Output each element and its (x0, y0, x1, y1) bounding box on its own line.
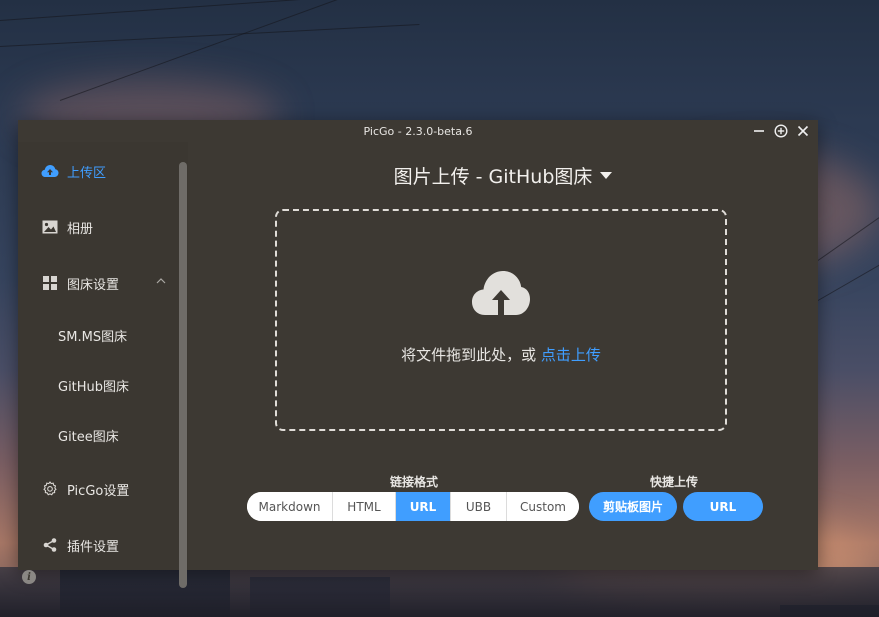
chevron-up-icon (156, 278, 166, 284)
sidebar-item-label: 图床设置 (67, 277, 120, 293)
window-controls (750, 122, 812, 140)
grid-icon (41, 274, 59, 292)
sidebar-item-image-hosting-settings[interactable]: 图床设置 (18, 263, 178, 303)
titlebar[interactable]: PicGo - 2.3.0-beta.6 (18, 120, 818, 142)
format-html-button[interactable]: HTML (333, 492, 396, 521)
quick-upload-label: 快捷上传 (650, 475, 699, 489)
link-format-label: 链接格式 (390, 475, 439, 489)
sidebar-item-label: Gitee图床 (58, 429, 119, 445)
caret-down-icon[interactable] (600, 172, 613, 179)
sidebar-item-plugin-settings[interactable]: 插件设置 (18, 525, 178, 565)
sidebar-item-upload[interactable]: 上传区 (18, 151, 178, 191)
upload-panel: 图片上传 - GitHub图床 将文件拖到此处，或 点击上传 链接格式 Mark… (188, 142, 818, 570)
format-markdown-button[interactable]: Markdown (247, 492, 333, 521)
sidebar-item-label: SM.MS图床 (58, 329, 128, 345)
sidebar-item-label: GitHub图床 (58, 379, 130, 395)
close-icon[interactable] (794, 122, 812, 140)
clipboard-image-button[interactable]: 剪贴板图片 (589, 492, 677, 521)
sidebar-item-label: 相册 (67, 221, 94, 237)
picgo-window: PicGo - 2.3.0-beta.6 上传区 相册 图床设置 SM.MS图床… (18, 120, 818, 588)
gear-icon (41, 480, 59, 498)
window-title: PicGo - 2.3.0-beta.6 (363, 125, 473, 138)
sidebar-item-label: 上传区 (67, 165, 107, 181)
gallery-icon (41, 218, 59, 236)
format-url-button[interactable]: URL (396, 492, 451, 521)
sidebar: 上传区 相册 图床设置 SM.MS图床 GitHub图床 Gitee图床 Pic… (18, 142, 188, 588)
page-title[interactable]: 图片上传 - GitHub图床 (188, 162, 818, 189)
url-upload-button[interactable]: URL (683, 492, 763, 521)
sidebar-item-smms[interactable]: SM.MS图床 (18, 315, 178, 355)
upload-cloud-icon (472, 271, 530, 315)
sidebar-item-github[interactable]: GitHub图床 (18, 365, 178, 405)
sidebar-item-picgo-settings[interactable]: PicGo设置 (18, 469, 178, 509)
minimize-icon[interactable] (750, 122, 768, 140)
upload-dropzone[interactable]: 将文件拖到此处，或 点击上传 (275, 209, 727, 431)
sidebar-item-gitee[interactable]: Gitee图床 (18, 415, 178, 455)
share-icon (41, 536, 59, 554)
sidebar-item-label: PicGo设置 (67, 483, 130, 499)
sidebar-item-label: 插件设置 (67, 539, 120, 555)
sidebar-scrollbar[interactable] (179, 162, 187, 588)
dropzone-text: 将文件拖到此处，或 点击上传 (277, 344, 725, 365)
pin-icon[interactable] (772, 122, 790, 140)
format-custom-button[interactable]: Custom (507, 492, 579, 521)
dropzone-hint: 将文件拖到此处，或 (401, 346, 541, 364)
link-format-selector: Markdown HTML URL UBB Custom (247, 492, 579, 521)
info-icon[interactable]: i (22, 570, 36, 584)
upload-cloud-icon (41, 162, 59, 180)
format-ubb-button[interactable]: UBB (451, 492, 507, 521)
click-upload-link[interactable]: 点击上传 (541, 346, 601, 364)
page-title-text: 图片上传 - GitHub图床 (393, 166, 593, 188)
sidebar-item-gallery[interactable]: 相册 (18, 207, 178, 247)
